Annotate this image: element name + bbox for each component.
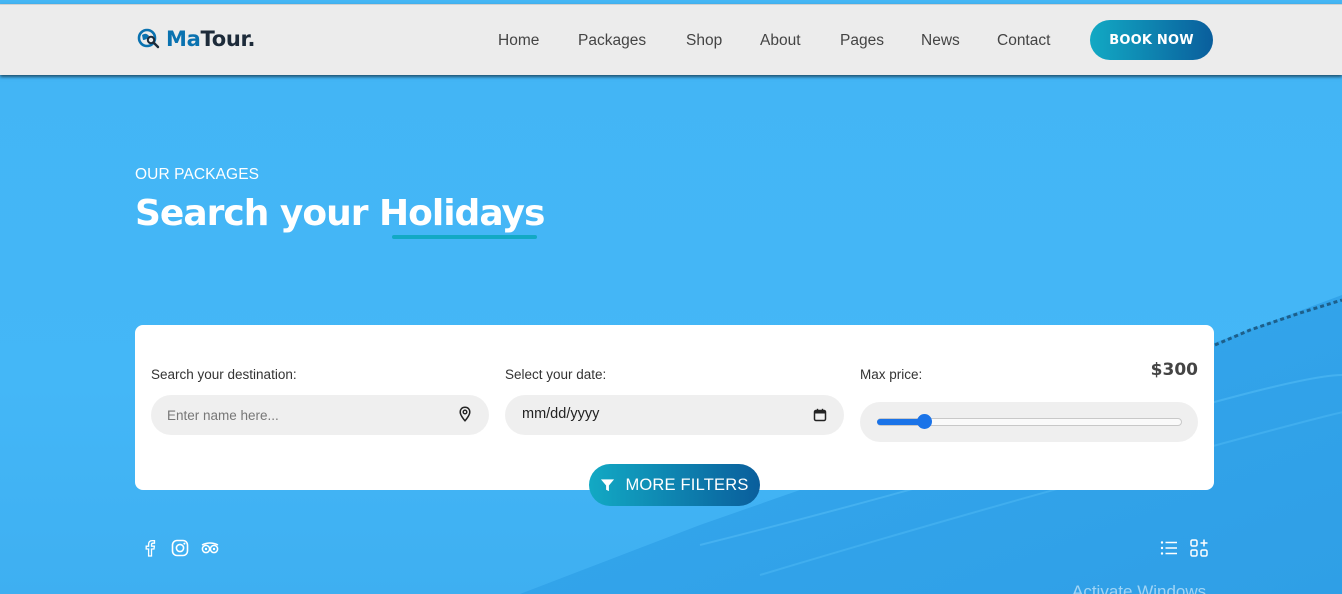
map-pin-icon [459,406,471,422]
grid-view-icon[interactable] [1189,538,1209,558]
price-slider-field [860,402,1198,442]
price-value: $300 [1150,360,1198,380]
destination-input[interactable] [151,395,489,435]
more-filters-label: MORE FILTERS [625,475,749,494]
logo-accent: Ma [166,27,201,51]
nav-packages[interactable]: Packages [578,32,646,50]
nav-news[interactable]: News [921,32,960,50]
more-filters-button[interactable]: MORE FILTERS [589,464,760,506]
logo[interactable]: MaTour. [137,27,256,51]
globe-search-icon [137,28,160,49]
calendar-icon[interactable] [813,408,827,422]
logo-rest: Tour. [200,27,256,51]
nav-shop[interactable]: Shop [686,32,722,50]
destination-field [151,395,489,435]
nav-home[interactable]: Home [498,32,539,50]
tripadvisor-icon[interactable] [200,538,220,558]
date-field[interactable]: mm/dd/yyyy [505,395,844,435]
date-value: mm/dd/yyyy [522,406,600,422]
nav-about[interactable]: About [760,32,801,50]
nav-pages[interactable]: Pages [840,32,884,50]
price-slider-thumb[interactable] [917,414,933,429]
list-view-icon[interactable] [1159,538,1179,558]
instagram-icon[interactable] [170,538,190,558]
section-eyebrow: OUR PACKAGES [135,166,260,183]
windows-activation-watermark: Activate Windows [1072,582,1207,594]
page-title: Search your Holidays [135,193,545,234]
price-label: Max price: [860,367,923,382]
site-header: MaTour. Home Packages Shop About Pages N… [0,4,1342,75]
facebook-icon[interactable] [140,538,160,558]
date-label: Select your date: [505,367,607,382]
social-links [140,538,220,558]
nav-contact[interactable]: Contact [997,32,1050,50]
title-underline [392,235,537,239]
book-now-button[interactable]: BOOK NOW [1090,20,1213,60]
filter-icon [601,478,615,491]
destination-label: Search your destination: [151,367,297,382]
